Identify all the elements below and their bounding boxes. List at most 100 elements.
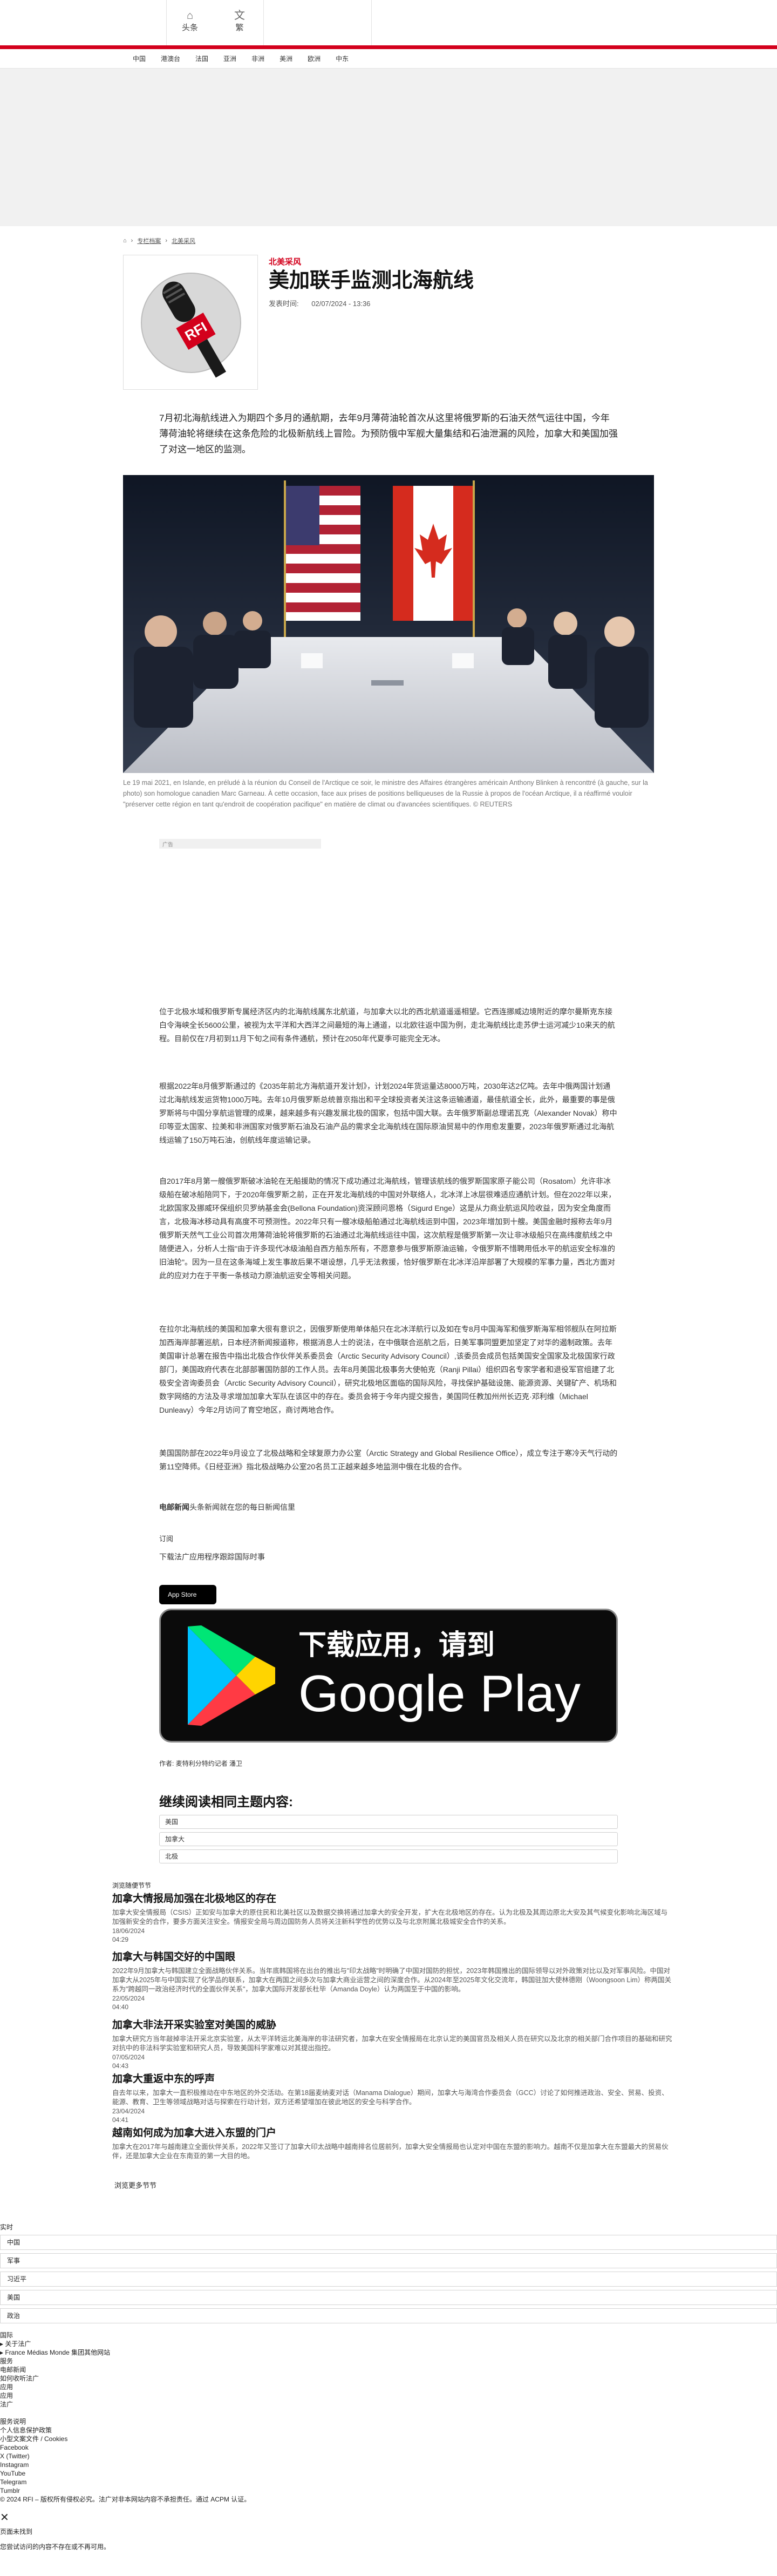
related-date: 23/04/2024 bbox=[112, 2107, 145, 2115]
topic-tag[interactable]: 美国 bbox=[159, 1815, 618, 1829]
footer-social-x[interactable]: X (Twitter) bbox=[0, 2452, 777, 2460]
related-topics-heading: 继续阅读相同主题内容: bbox=[159, 1795, 293, 1809]
column-more-label: 浏览随便节节 bbox=[112, 1882, 152, 1889]
language-label: 繁 bbox=[235, 23, 244, 32]
footer-tag[interactable]: 军事 bbox=[0, 2253, 777, 2268]
related-time: 04:29 bbox=[112, 1936, 129, 1943]
related-article[interactable]: 加拿大非法开采实验室对美国的威胁 加拿大研究方当年敲掉非法开采北京实验室，从太平… bbox=[112, 2017, 673, 2070]
nav-item-asia[interactable]: 亚洲 bbox=[216, 54, 244, 63]
column-thumbnail: RFI bbox=[123, 255, 258, 390]
related-title[interactable]: 加拿大非法开采实验室对美国的威胁 bbox=[112, 2017, 673, 2031]
footer-link[interactable]: 应用 bbox=[0, 2383, 777, 2391]
related-title[interactable]: 加拿大重返中东的呼声 bbox=[112, 2071, 673, 2085]
top-header: ⌂ 头条 文 繁 bbox=[0, 0, 777, 45]
related-title[interactable]: 加拿大与韩国交好的中国眼 bbox=[112, 1949, 673, 1963]
footer-social-instagram[interactable]: Instagram bbox=[0, 2460, 777, 2469]
home-label: 头条 bbox=[181, 23, 198, 32]
footer-social-facebook[interactable]: Facebook bbox=[0, 2443, 777, 2452]
main-nav: 中国 港澳台 法国 亚洲 非洲 美洲 欧洲 中东 bbox=[0, 49, 777, 69]
footer-tag[interactable]: 习近平 bbox=[0, 2272, 777, 2287]
home-link[interactable]: ⌂ 头条 bbox=[174, 10, 206, 33]
body-paragraph: 根据2022年8月俄罗斯通过的《2035年前北方海航道开发计划》，计划2024年… bbox=[159, 1082, 617, 1144]
footer-link[interactable]: 如何收听法广 bbox=[0, 2374, 777, 2383]
published-date: 02/07/2024 - 13:36 bbox=[311, 300, 371, 308]
newsletter-text: 头条新闻就在您的每日新闻信里 bbox=[189, 1503, 295, 1511]
article-kicker[interactable]: 北美采风 bbox=[269, 256, 301, 267]
meeting-photo-image bbox=[123, 475, 654, 773]
close-icon[interactable]: ✕ bbox=[0, 2512, 777, 2523]
nav-item-hk-macau-taiwan[interactable]: 港澳台 bbox=[153, 54, 188, 63]
footer-link[interactable]: 小型文案文件 / Cookies bbox=[0, 2435, 777, 2443]
footer-link[interactable]: 电邮新闻 bbox=[0, 2365, 777, 2374]
article-photo bbox=[123, 475, 654, 773]
footer-social-tumblr[interactable]: Tumblr bbox=[0, 2486, 777, 2495]
footer-link[interactable]: 法广 bbox=[0, 2400, 777, 2409]
author-label: 作者: bbox=[159, 1760, 174, 1767]
subscribe-link[interactable]: 订阅 bbox=[159, 1533, 173, 1543]
footer-link[interactable]: ▸ 关于法广 bbox=[0, 2340, 777, 2348]
article-dateline: 发表时间: 02/07/2024 - 13:36 bbox=[269, 298, 381, 308]
appstore-label: App Store bbox=[168, 1591, 197, 1598]
related-time: 04:41 bbox=[112, 2116, 129, 2124]
footer-tag[interactable]: 政治 bbox=[0, 2308, 777, 2323]
related-date: 07/05/2024 bbox=[112, 2053, 145, 2061]
microphone-logo-image: RFI bbox=[124, 255, 257, 389]
newsletter-prefix: 电邮新闻 bbox=[159, 1503, 189, 1511]
body-paragraph: 自2017年8月第一艘俄罗斯破冰油轮在无船援助的情况下成功通过北海航线，管理该航… bbox=[159, 1177, 616, 1280]
nav-item-africa[interactable]: 非洲 bbox=[244, 54, 272, 63]
article-title: 美加联手监测北海航线 bbox=[269, 269, 474, 292]
footer-tag[interactable]: 美国 bbox=[0, 2290, 777, 2305]
author-name[interactable]: 麦特利分特约记者 潘卫 bbox=[176, 1760, 242, 1767]
related-article[interactable]: 加拿大与韩国交好的中国眼 2022年9月加拿大与韩国建立全面战略伙伴关系。当年底… bbox=[112, 1949, 673, 2011]
published-label: 发表时间: bbox=[269, 300, 299, 308]
top-ad-banner bbox=[0, 69, 777, 226]
notfound-title: 页面未找到 bbox=[0, 2528, 33, 2536]
download-prompt: 下载法广应用程序跟踪国际时事 bbox=[159, 1553, 265, 1561]
related-title[interactable]: 加拿大情报局加强在北极地区的存在 bbox=[112, 1890, 673, 1905]
footer-tag[interactable]: 中国 bbox=[0, 2235, 777, 2250]
breadcrumb-archive[interactable]: 专栏档案 bbox=[137, 236, 161, 245]
inline-ad: 广告 bbox=[159, 839, 321, 987]
breadcrumb-column[interactable]: 北美采风 bbox=[172, 236, 195, 245]
topic-tag[interactable]: 加拿大 bbox=[159, 1832, 618, 1846]
nav-item-americas[interactable]: 美洲 bbox=[272, 54, 300, 63]
newsletter-promo: 电邮新闻头条新闻就在您的每日新闻信里 bbox=[159, 1502, 295, 1513]
related-desc: 加拿大研究方当年敲掉非法开采北京实验室，从太平洋转运北美海岸的非法研究者，加拿大… bbox=[112, 2035, 672, 2052]
related-desc: 自去年以来，加拿大一直积极推动在中东地区的外交活动。在第18届麦纳麦对话（Man… bbox=[112, 2089, 669, 2106]
related-article[interactable]: 越南如何成为加拿大进入东盟的门户 加拿大在2017年与越南建立全面伙伴关系，20… bbox=[112, 2125, 673, 2161]
topic-tag[interactable]: 北极 bbox=[159, 1849, 618, 1863]
footer-social-telegram[interactable]: Telegram bbox=[0, 2478, 777, 2486]
nav-item-france[interactable]: 法国 bbox=[188, 54, 216, 63]
more-link[interactable]: 浏览更多节节 bbox=[114, 2180, 676, 2190]
article-lead: 7月初北海航线进入为期四个多月的通航期，去年9月薄荷油轮首次从这里将俄罗斯的石油… bbox=[159, 413, 618, 455]
nav-item-europe[interactable]: 欧洲 bbox=[300, 54, 328, 63]
copyright: © 2024 RFI – 版权所有侵权必究。法广对非本网站内容不承担责任。通过 … bbox=[0, 2496, 251, 2503]
appstore-badge[interactable]: App Store bbox=[159, 1585, 216, 1604]
notfound-text: 您尝试访问的内容不存在或不再可用。 bbox=[0, 2543, 111, 2551]
related-article[interactable]: 加拿大情报局加强在北极地区的存在 加拿大安全情报局（CSIS）正如安与加拿大的原… bbox=[112, 1890, 673, 1944]
footer-link[interactable]: ▸ France Médias Monde 集团其他网站 bbox=[0, 2348, 777, 2357]
footer: 实时 中国 军事 习近平 美国 政治 国际 ▸ 关于法广 ▸ France Mé… bbox=[0, 2223, 777, 2551]
related-title[interactable]: 越南如何成为加拿大进入东盟的门户 bbox=[112, 2125, 673, 2139]
footer-social-youtube[interactable]: YouTube bbox=[0, 2469, 777, 2478]
breadcrumb: ⌂ › 专栏档案 › 北美采风 bbox=[123, 236, 195, 245]
brand-bar bbox=[0, 45, 777, 49]
footer-link[interactable]: 应用 bbox=[0, 2391, 777, 2400]
footer-link[interactable]: 服务说明 bbox=[0, 2417, 777, 2426]
ad-label: 广告 bbox=[162, 842, 173, 848]
home-icon[interactable]: ⌂ bbox=[123, 238, 127, 244]
footer-link[interactable]: 国际 bbox=[0, 2331, 777, 2340]
footer-link[interactable]: 服务 bbox=[0, 2357, 777, 2365]
body-paragraph: 位于北极水域和俄罗斯专属经济区内的北海航线属东北航道，与加拿大以北的西北航道遥遥… bbox=[159, 1007, 615, 1043]
gplay-top-text: 下载应用，请到 bbox=[298, 1630, 495, 1661]
nav-item-china[interactable]: 中国 bbox=[125, 54, 153, 63]
language-switch[interactable]: 文 繁 bbox=[223, 10, 256, 33]
related-date: 22/05/2024 bbox=[112, 1995, 145, 2002]
translate-icon: 文 bbox=[234, 10, 245, 22]
gplay-bottom-text: Google Play bbox=[298, 1665, 581, 1723]
nav-item-middle-east[interactable]: 中东 bbox=[328, 54, 356, 63]
google-play-badge[interactable]: 下载应用，请到 Google Play bbox=[159, 1609, 618, 1743]
footer-link[interactable]: 个人信息保护政策 bbox=[0, 2426, 777, 2435]
live-label[interactable]: 实时 bbox=[0, 2223, 777, 2232]
related-article[interactable]: 加拿大重返中东的呼声 自去年以来，加拿大一直积极推动在中东地区的外交活动。在第1… bbox=[112, 2071, 673, 2124]
